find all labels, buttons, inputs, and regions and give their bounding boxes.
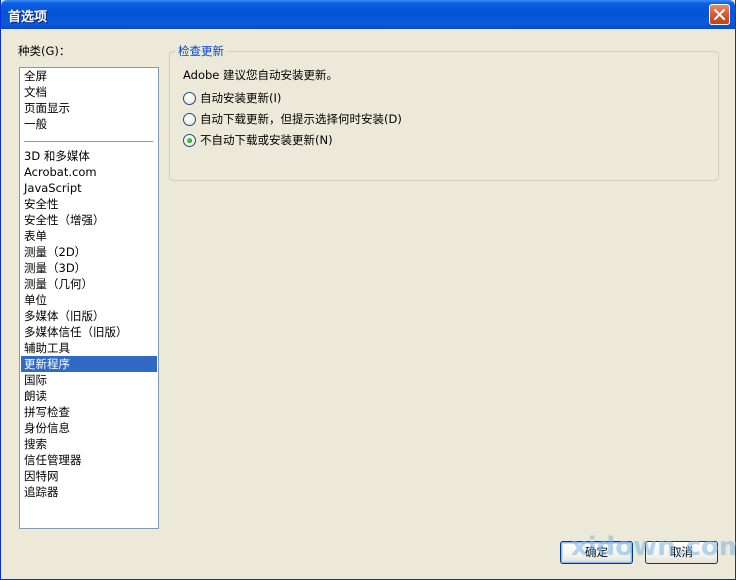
radio-label: 自动下载更新，但提示选择何时安装(D) [200,112,402,126]
category-item[interactable]: 测量（几何） [21,276,157,292]
watermark-text: xidown.com [571,532,736,562]
category-item[interactable]: Acrobat.com [21,164,157,180]
category-item[interactable]: 搜索 [21,436,157,452]
category-item[interactable]: 身份信息 [21,420,157,436]
title-bar[interactable]: 首选项 [1,0,735,29]
category-item[interactable]: 辅助工具 [21,340,157,356]
category-item[interactable]: 测量（3D） [21,260,157,276]
categories-label: 种类(G)： [18,44,71,58]
category-item[interactable]: 单位 [21,292,157,308]
category-item[interactable]: 全屏 [21,68,157,84]
category-item[interactable]: 文档 [21,84,157,100]
category-item[interactable]: 安全性（增强） [21,212,157,228]
category-item[interactable]: 一般 [21,116,157,132]
radio-label: 不自动下载或安装更新(N) [200,133,333,147]
groupbox-legend: 检查更新 [175,43,227,59]
category-item[interactable]: 安全性 [21,196,157,212]
close-button[interactable] [709,4,730,25]
category-item[interactable]: 朗读 [21,388,157,404]
category-item[interactable]: 更新程序 [21,356,157,372]
preferences-dialog: 首选项 种类(G)： 全屏 文档 页面显示 一般 3D 和多媒体 Acrobat.com J… [0,0,736,580]
category-item[interactable]: 拼写检查 [21,404,157,420]
close-icon [714,9,725,20]
categories-list[interactable]: 全屏 文档 页面显示 一般 3D 和多媒体 Acrobat.com JavaScript 安全… [19,67,159,529]
category-item[interactable]: 3D 和多媒体 [21,148,157,164]
category-item[interactable]: 多媒体信任（旧版） [21,324,157,340]
radio-button[interactable] [183,113,196,126]
radio-selected-dot [187,138,192,143]
list-separator [24,141,153,142]
category-item[interactable]: 测量（2D） [21,244,157,260]
category-item[interactable]: 因特网 [21,468,157,484]
category-item[interactable]: 国际 [21,372,157,388]
radio-button[interactable] [183,92,196,105]
category-item[interactable]: 表单 [21,228,157,244]
category-item[interactable]: 追踪器 [21,484,157,500]
radio-label: 自动安装更新(I) [200,91,282,105]
update-description: Adobe 建议您自动安装更新。 [183,68,339,82]
category-item[interactable]: JavaScript [21,180,157,196]
category-item[interactable]: 页面显示 [21,100,157,116]
radio-button[interactable] [183,134,196,147]
category-item[interactable]: 多媒体（旧版） [21,308,157,324]
window-title: 首选项 [8,10,48,25]
category-item[interactable]: 信任管理器 [21,452,157,468]
